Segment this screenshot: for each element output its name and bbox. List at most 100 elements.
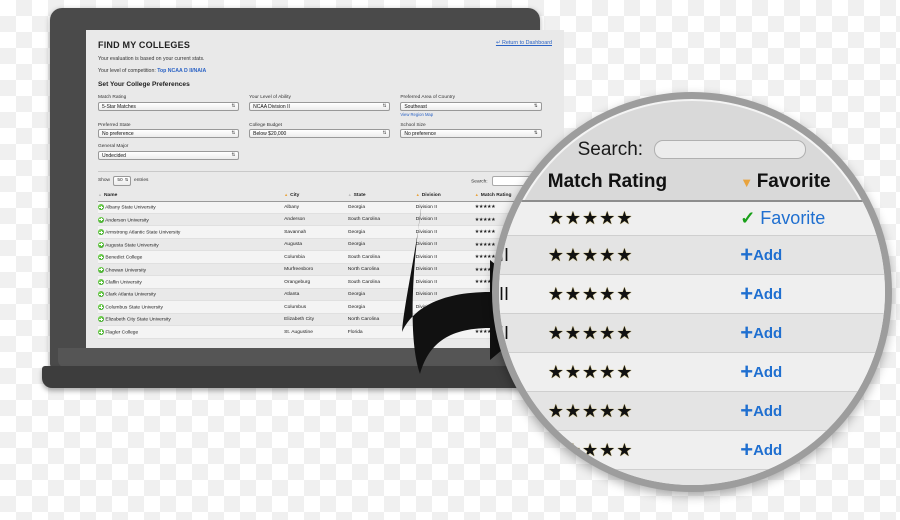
form-field-6: General Major Undecided ⇅ [98,144,249,160]
table-row[interactable]: Clark Atlanta University Atlanta Georgia Di… [98,288,552,302]
magnified-table-row[interactable]: ision II★★★★★+Add [499,391,885,431]
show-label: Show [98,177,110,183]
laptop-mockup: ↵ Return to Dashboard FIND MY COLLEGES Y… [20,8,564,388]
table-col-header-city[interactable]: ▲ City [284,188,348,202]
sort-asc-icon: ▲ [284,191,289,197]
competition-level-link[interactable]: Top NCAA D II/NAIA [157,68,206,74]
college-name: Elizabeth City State University [104,317,171,323]
cell-name: Flagler College [98,325,285,339]
form-field-select[interactable]: Below $20,000 ⇅ [249,129,391,138]
magnified-favorite-label: Add [753,364,783,381]
add-college-icon[interactable] [98,328,104,335]
table-row[interactable]: Elizabeth City State University Elizabeth… [98,313,552,327]
form-field-select[interactable]: Undecided ⇅ [98,150,240,160]
preferences-form: Match Rating 5-Star Matches ⇅ Your Level of… [98,95,552,166]
magnified-col-header-0[interactable]: ion ▲ [499,167,544,202]
plus-icon: + [740,281,754,306]
table-row[interactable]: Columbus State University Columbus Georgia… [98,300,552,314]
cell-division: Division II [415,275,475,289]
magnified-cell-stars: ★★★★★ [543,430,737,470]
magnified-cell-favorite[interactable]: +Add [736,313,885,353]
magnified-cell-favorite[interactable]: +Add [736,469,885,485]
magnified-table-row[interactable]: ision II★★★★★+Add [499,430,885,470]
magnified-cell-favorite[interactable]: +Add [736,274,885,314]
add-college-icon[interactable] [98,303,104,310]
magnified-table-row[interactable]: ision II★★★★★✓ Favorite [499,201,885,236]
return-to-dashboard-link[interactable]: ↵ Return to Dashboard [496,40,552,46]
form-field-select[interactable]: 5-Star Matches ⇅ [98,101,240,111]
magnified-cell-favorite[interactable]: +Add [736,352,885,392]
magnified-cell-stars: ★★★★★ [543,391,737,431]
college-name: Anderson University [104,217,149,223]
cell-name: Albany State University [98,201,285,215]
magnified-table-row[interactable]: ision II★★★★★+Add [499,313,885,353]
laptop-base [42,366,540,388]
cell-name: Elizabeth City State University [98,313,285,327]
table-row[interactable]: Augusta State University Augusta Georgia Di… [98,238,552,252]
magnified-cell-division: ision II [499,201,544,236]
table-row[interactable]: Claflin University Orangeburg South Caroli… [98,275,552,289]
add-college-icon[interactable] [98,254,104,261]
cell-state: Georgia [347,201,416,215]
cell-state: Georgia [347,300,416,314]
add-college-icon[interactable] [98,266,104,273]
cell-city: Augusta [284,238,348,252]
table-head: ▲Name▲City▲State▲Division▲Match Rating▼F… [98,188,552,202]
magnified-table-row[interactable]: ision II★★★★★+Add [499,469,885,485]
form-field-select[interactable]: NCAA Division II ⇅ [249,101,391,111]
table-row[interactable]: Chowan University Murfreesboro North Carol… [98,263,552,277]
table-row[interactable]: Albany State University Albany Georgia Divi… [98,201,552,215]
magnified-search-input[interactable] [654,140,807,160]
magnified-cell-favorite[interactable]: +Add [736,430,885,470]
entries-label: entries [134,177,149,183]
magnified-table-row[interactable]: ision II★★★★★+Add [499,235,885,275]
cell-name: Columbus State University [98,300,285,314]
table-col-header-name[interactable]: ▲ Name [98,188,285,202]
college-name: Augusta State University [104,242,159,248]
cell-state: South Carolina [347,213,416,227]
magnified-cell-favorite[interactable]: +Add [736,391,885,431]
table-col-header-division[interactable]: ▲ Division [415,188,475,202]
magnified-cell-favorite[interactable]: +Add [736,235,885,275]
magnified-table-row[interactable]: ision II★★★★★+Add [499,274,885,314]
magnified-table: ion ▲ Match Rating ▼ Favorite ision II★★… [499,167,885,485]
cell-name: Anderson University [98,213,285,227]
table-row[interactable]: Anderson University Anderson South Carolin… [98,213,552,227]
search-label: Search: [471,178,488,184]
magnified-cell-favorite[interactable]: ✓ Favorite [736,201,885,236]
cell-city: Columbia [284,250,348,264]
plus-icon: + [740,359,754,384]
magnified-search-label: Search: [577,139,644,160]
table-row[interactable]: Armstrong Atlantic State University Savan… [98,225,552,239]
magnified-cell-division: ision II [499,430,544,470]
college-name: Columbus State University [104,305,163,311]
page-title: FIND MY COLLEGES [98,40,191,50]
add-college-icon[interactable] [98,241,104,248]
form-field-select[interactable]: No preference ⇅ [98,129,240,138]
add-college-icon[interactable] [98,216,104,223]
sort-asc-icon: ▲ [415,191,420,197]
cell-division: Division II [415,238,475,252]
check-icon: ✓ [740,208,761,228]
plus-icon: + [740,437,754,462]
magnified-table-row[interactable]: ision II★★★★★+Add [499,352,885,392]
cell-state: Georgia [347,225,416,239]
plus-icon: + [740,242,754,267]
magnified-header-row: ion ▲ Match Rating ▼ Favorite [499,167,885,202]
cell-state: Florida [347,325,416,339]
table-col-header-state[interactable]: ▲ State [347,188,416,202]
cell-city: Albany [284,201,348,215]
magnifier-lens: Search: ion ▲ Match Rating ▼ Favorite is… [492,92,892,492]
magnified-cell-division: ision II [499,352,544,392]
table-row[interactable]: Flagler College St. Augustine Florida Divis… [98,325,552,339]
add-college-icon[interactable] [98,279,104,285]
magnified-cell-division: ision II [499,235,544,275]
magnified-col-header-1[interactable]: Match Rating [543,167,737,202]
cell-name: Armstrong Atlantic State University [98,225,285,239]
table-col-header-label: Name [103,192,118,198]
entries-select[interactable]: 50 ⇅ [113,175,131,186]
magnified-col-header-2[interactable]: ▼ Favorite [736,167,885,202]
magnified-col-header-label: Favorite [756,171,831,192]
table-row[interactable]: Benedict College Columbia South Carolina Di… [98,250,552,264]
divider [98,170,552,172]
